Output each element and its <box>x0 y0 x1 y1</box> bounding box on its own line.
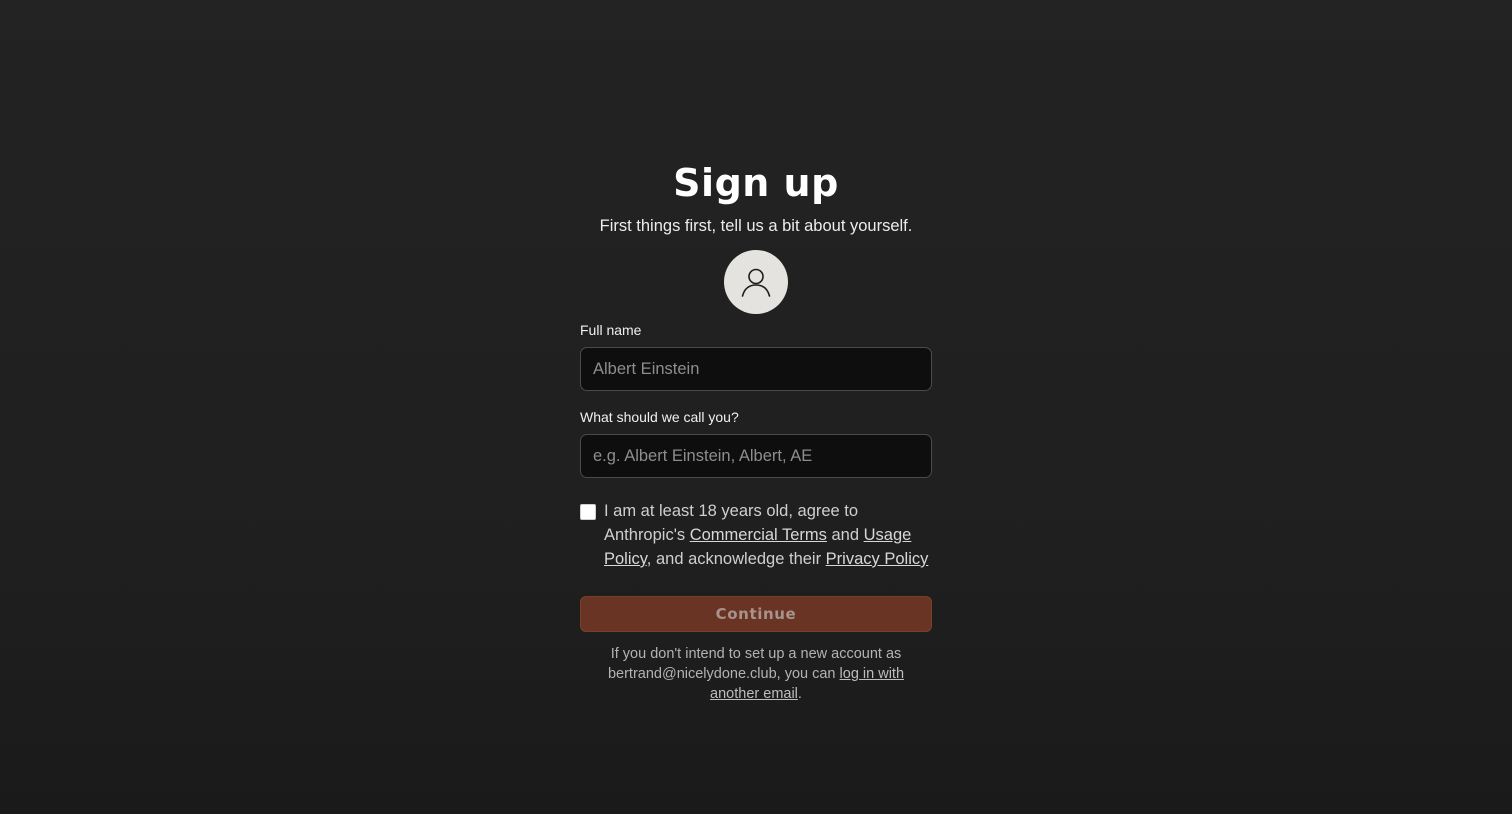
full-name-label: Full name <box>580 322 642 338</box>
terms-checkbox[interactable] <box>580 504 596 520</box>
page-subtitle: First things first, tell us a bit about … <box>599 217 913 235</box>
full-name-input[interactable] <box>580 347 932 391</box>
nickname-label: What should we call you? <box>580 409 739 425</box>
terms-text-and: and <box>826 526 864 544</box>
privacy-policy-link[interactable]: Privacy Policy <box>826 550 929 568</box>
terms-text: I am at least 18 years old, agree to Ant… <box>604 499 932 571</box>
signup-form: Sign up First things first, tell us a bi… <box>580 160 932 704</box>
page-title: Sign up <box>673 161 839 205</box>
footer-text-suffix: . <box>797 686 802 702</box>
nickname-input[interactable] <box>580 434 932 478</box>
commercial-terms-link[interactable]: Commercial Terms <box>690 526 827 544</box>
terms-text-mid: , and acknowledge their <box>646 550 826 568</box>
continue-button[interactable]: Continue <box>580 596 932 632</box>
user-icon <box>741 268 771 297</box>
terms-row: I am at least 18 years old, agree to Ant… <box>580 502 932 571</box>
avatar-upload[interactable] <box>724 250 788 314</box>
footer-note: If you don't intend to set up a new acco… <box>596 644 916 704</box>
